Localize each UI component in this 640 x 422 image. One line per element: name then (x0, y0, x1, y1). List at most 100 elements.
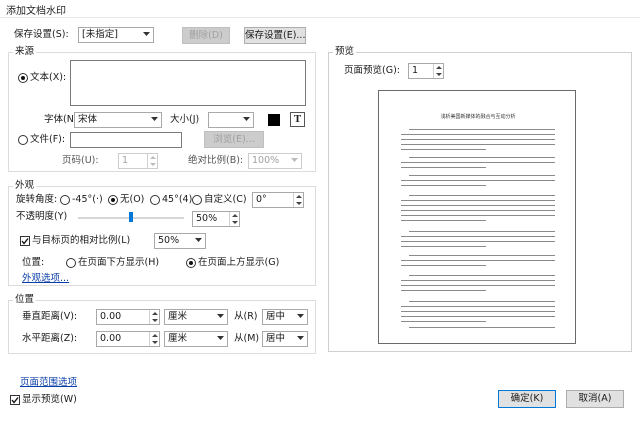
relative-scale-select[interactable]: 50% (154, 233, 206, 249)
absolute-scale-select[interactable]: 100% (248, 153, 302, 169)
saved-settings-label: 保存设置(S): (14, 29, 69, 40)
browse-button[interactable]: 浏览(E)... (204, 131, 264, 148)
opacity-slider-thumb[interactable] (129, 212, 133, 222)
page-number-stepper[interactable]: 1 (118, 153, 158, 169)
vertical-distance-label: 垂直距离(V): (22, 311, 78, 322)
page-preview-stepper[interactable]: 1 (408, 63, 444, 79)
font-select[interactable]: 宋体 (74, 112, 162, 128)
relative-scale-value: 50% (158, 235, 180, 246)
vertical-unit-select[interactable]: 厘米 (164, 309, 228, 325)
page-range-options-link[interactable]: 页面范围选项 (20, 374, 77, 388)
vertical-from-select[interactable]: 居中 (262, 309, 308, 325)
appearance-options-link[interactable]: 外观选项... (22, 270, 69, 284)
preview-text-line (401, 185, 486, 187)
preview-text-line (401, 280, 555, 282)
rotation-custom-radio[interactable] (192, 195, 202, 205)
rotation-custom-label: 自定义(C) (204, 194, 247, 205)
preview-text-line (401, 162, 555, 164)
page-number-value: 1 (122, 155, 129, 166)
font-value: 宋体 (78, 114, 98, 125)
opacity-stepper[interactable]: 50% (192, 211, 240, 227)
window-title: 添加文档水印 (6, 6, 66, 17)
rotation-none-label: 无(O) (120, 194, 145, 205)
color-swatch[interactable] (268, 114, 280, 126)
chevron-down-icon (297, 314, 304, 320)
page-number-label: 页码(U): (62, 155, 99, 166)
chevron-down-icon (297, 336, 304, 342)
preview-group-title: 预览 (333, 46, 357, 58)
preview-text-line (401, 220, 486, 222)
stepper-arrows-icon (149, 310, 159, 324)
absolute-scale-label: 绝对比例(B): (188, 155, 244, 166)
file-source-radio[interactable] (18, 135, 28, 145)
absolute-scale-value: 100% (252, 155, 280, 166)
horizontal-from-value: 居中 (266, 333, 286, 344)
size-label: 大小(J) (170, 114, 200, 125)
text-format-icon[interactable]: T (290, 112, 305, 127)
saved-settings-select[interactable]: [未指定] (78, 27, 154, 43)
preview-text-line (409, 175, 555, 177)
preview-page: 浅析美国新媒体的融合与互动分析 (378, 90, 576, 344)
preview-text-line (409, 301, 555, 303)
preview-text-line (401, 205, 555, 207)
relative-scale-checkbox[interactable] (20, 236, 30, 246)
position-below-label: 在页面下方显示(H) (78, 257, 160, 268)
preview-text-line (401, 167, 486, 169)
preview-text-line (401, 180, 555, 182)
preview-text-line (409, 327, 555, 329)
stepper-arrows-icon (293, 193, 303, 207)
horizontal-distance-stepper[interactable]: 0.00 (96, 331, 160, 347)
preview-text-line (401, 241, 555, 243)
stepper-arrows-icon (433, 64, 443, 78)
vertical-distance-stepper[interactable]: 0.00 (96, 309, 160, 325)
preview-text-line (401, 210, 555, 212)
preview-text-line (401, 321, 486, 323)
show-preview-label: 显示预览(W) (22, 394, 77, 405)
cancel-button[interactable]: 取消(A) (566, 390, 624, 408)
chevron-down-icon (217, 336, 224, 342)
stepper-arrows-icon (147, 154, 157, 168)
text-source-radio[interactable] (18, 73, 28, 83)
position-below-radio[interactable] (66, 258, 76, 268)
ok-button[interactable]: 确定(K) (498, 390, 556, 408)
rotation-custom-value: 0° (256, 194, 267, 205)
horizontal-unit-select[interactable]: 厘米 (164, 331, 228, 347)
preview-text-line (401, 290, 486, 292)
size-select[interactable] (208, 112, 254, 128)
preview-text-line (401, 260, 555, 262)
page-preview-label: 页面预览(G): (344, 65, 400, 76)
title-divider (0, 17, 640, 18)
source-group-title: 来源 (13, 46, 37, 58)
delete-button[interactable]: 删除(D) (182, 27, 230, 44)
show-preview-checkbox[interactable] (10, 395, 20, 405)
preview-text-line (401, 200, 555, 202)
preview-text-line (401, 246, 486, 248)
rotation-45-radio[interactable] (150, 195, 160, 205)
rotation-none-radio[interactable] (108, 195, 118, 205)
file-path-input[interactable] (70, 132, 182, 148)
chevron-down-icon (291, 158, 298, 164)
rotation-neg45-label: -45°(·) (72, 194, 103, 205)
rotation-custom-stepper[interactable]: 0° (252, 192, 304, 208)
position-above-radio[interactable] (186, 258, 196, 268)
rotation-neg45-radio[interactable] (60, 195, 70, 205)
horizontal-from-select[interactable]: 居中 (262, 331, 308, 347)
chevron-down-icon (195, 238, 202, 244)
saved-settings-value: [未指定] (82, 29, 118, 40)
stepper-arrows-icon (149, 332, 159, 346)
preview-text-line (401, 236, 555, 238)
preview-text-line (401, 144, 555, 146)
vertical-distance-value: 0.00 (100, 311, 122, 322)
page-preview-value: 1 (412, 65, 419, 76)
position-group-title: 位置 (13, 294, 37, 306)
rotation-label: 旋转角度: (16, 194, 58, 205)
preview-text-line (409, 129, 555, 131)
preview-text-line (401, 265, 486, 267)
horizontal-unit-value: 厘米 (168, 333, 188, 344)
preview-text-line (409, 157, 555, 159)
watermark-text-input[interactable] (70, 60, 306, 106)
chevron-down-icon (151, 117, 158, 123)
save-settings-button[interactable]: 保存设置(E)... (244, 27, 306, 44)
preview-text-line (409, 275, 555, 277)
rotation-45-label: 45°(4) (162, 194, 193, 205)
